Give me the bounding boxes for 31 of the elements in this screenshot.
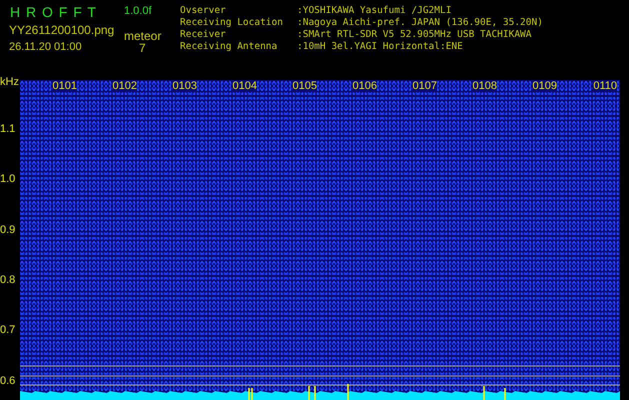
datetime-label: 26.11.20 01:00 [9, 40, 82, 55]
time-label: 0108 [472, 80, 497, 92]
filename-label: YY2611200100.png [9, 22, 114, 39]
meteor-label: meteor [124, 28, 162, 44]
info-value: :Nagoya Aichi-pref. JAPAN (136.90E, 35.20N) [297, 17, 543, 29]
time-label: 0107 [412, 80, 437, 92]
info-label: Receiving Antenna [180, 41, 278, 53]
version-label: 1.0.0f [124, 4, 152, 19]
time-label: 0104 [232, 80, 257, 92]
time-label: 0102 [112, 80, 137, 92]
axis-label: 0.9 [0, 224, 16, 236]
info-label: Receiver [180, 29, 227, 41]
axis-label: 0.7 [0, 324, 16, 336]
info-label: Receiving Location [180, 17, 284, 29]
info-value: :SMArt RTL-SDR V5 52.905MHz USB TACHIKAWA [297, 29, 532, 41]
axis-unit: kHz [0, 75, 19, 90]
time-label: 0110 [593, 80, 617, 92]
info-value: :10mH 3el.YAGI Horizontal:ENE [297, 41, 463, 53]
axis-label: 1.1 [0, 123, 16, 135]
axis-label: 0.8 [0, 274, 16, 286]
axis-label: 1.0 [0, 173, 16, 186]
time-label: 0105 [292, 80, 317, 92]
meteor-count: 7 [139, 40, 146, 57]
axis-label: 0.6 [0, 374, 16, 386]
app-title: H R O F F T [10, 3, 97, 22]
time-label: 0106 [352, 80, 377, 92]
time-label: 0103 [172, 80, 197, 92]
info-label: Ovserver [180, 5, 227, 17]
info-value: :YOSHIKAWA Yasufumi /JG2MLI [297, 5, 452, 17]
time-label: 0101 [52, 80, 77, 92]
time-label: 0109 [532, 80, 557, 92]
